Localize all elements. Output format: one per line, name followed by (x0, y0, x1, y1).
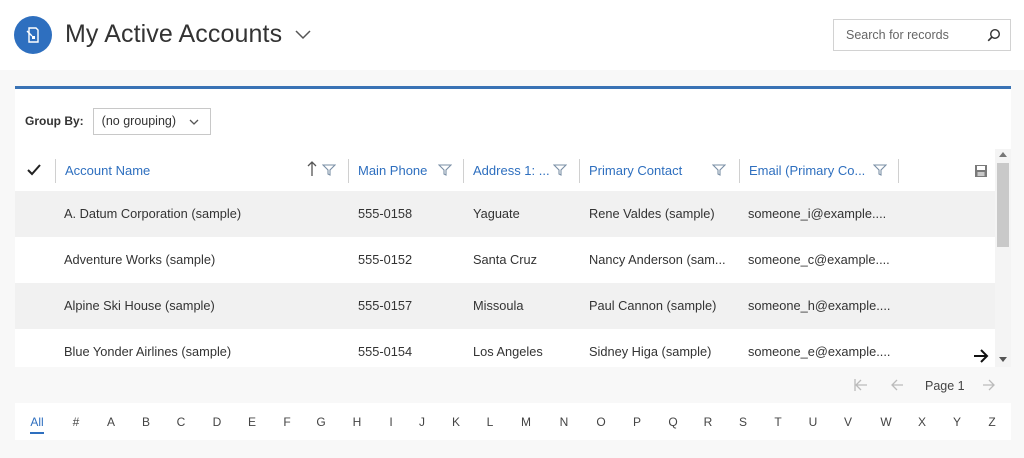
search-input[interactable] (834, 20, 984, 50)
cell-main-phone: 555-0157 (358, 298, 413, 313)
column-label: Account Name (65, 162, 151, 178)
column-header-main-phone[interactable]: Main Phone (358, 149, 427, 191)
alpha-filter-item[interactable]: U (803, 415, 823, 429)
alpha-filter-item[interactable]: M (516, 415, 536, 429)
filter-icon[interactable] (438, 163, 452, 177)
alpha-filter-item[interactable]: S (733, 415, 753, 429)
cell-primary-contact[interactable]: Nancy Anderson (sam... (589, 237, 735, 283)
alpha-filter-item[interactable]: I (381, 415, 401, 429)
column-label: Main Phone (358, 162, 428, 178)
cell-primary-contact[interactable]: Paul Cannon (sample) (589, 283, 735, 329)
column-separator (898, 159, 899, 183)
cell-account-name[interactable]: A. Datum Corporation (sample) (64, 191, 334, 237)
alpha-filter-item[interactable]: R (698, 415, 718, 429)
alpha-filter-item[interactable]: W (876, 415, 896, 429)
alpha-filter-item[interactable]: T (768, 415, 788, 429)
save-icon[interactable] (974, 164, 988, 178)
search-icon[interactable] (982, 23, 1006, 47)
column-label: Primary Contact (589, 162, 683, 178)
view-selector-chevron-icon[interactable] (292, 26, 314, 44)
alpha-filter-item[interactable]: J (412, 415, 432, 429)
alpha-filter-item[interactable]: K (446, 415, 466, 429)
chevron-down-icon (189, 119, 199, 125)
alpha-filter-item[interactable]: Y (947, 415, 967, 429)
alpha-filter-item[interactable]: F (277, 415, 297, 429)
alpha-filter-item[interactable]: X (912, 415, 932, 429)
alphabet-filter: All # A B C D E F G H I J K L M N O P Q … (15, 407, 1011, 439)
alpha-filter-item[interactable]: # (66, 415, 86, 429)
filter-icon[interactable] (873, 163, 887, 177)
scrollbar-thumb[interactable] (997, 163, 1009, 247)
alpha-filter-all[interactable]: All (27, 415, 47, 429)
grid-rows: A. Datum Corporation (sample) 555-0158 Y… (15, 191, 995, 375)
alpha-filter-item[interactable]: O (591, 415, 611, 429)
alpha-filter-item[interactable]: N (554, 415, 574, 429)
alpha-filter-item[interactable]: H (347, 415, 367, 429)
scroll-up-arrow-icon[interactable] (999, 151, 1007, 157)
scroll-down-arrow-icon[interactable] (999, 357, 1007, 363)
group-by-label: Group By: (25, 114, 84, 128)
column-header-primary-contact[interactable]: Primary Contact (589, 149, 682, 191)
column-separator (55, 159, 56, 183)
column-label: Email (Primary Co... (749, 162, 866, 178)
alpha-filter-item[interactable]: D (207, 415, 227, 429)
column-separator (463, 159, 464, 183)
alpha-filter-item[interactable]: C (171, 415, 191, 429)
table-row[interactable]: Adventure Works (sample) 555-0152 Santa … (15, 237, 995, 283)
group-by: Group By: (no grouping) (25, 107, 211, 135)
cell-primary-contact[interactable]: Rene Valdes (sample) (589, 191, 735, 237)
cell-account-name[interactable]: Alpine Ski House (sample) (64, 283, 334, 329)
cell-email[interactable]: someone_h@example.... (748, 283, 898, 329)
accounts-entity-icon (14, 16, 52, 54)
alpha-filter-item[interactable]: V (838, 415, 858, 429)
filter-icon[interactable] (553, 163, 567, 177)
group-by-dropdown[interactable]: (no grouping) (92, 107, 211, 135)
cell-account-name[interactable]: Adventure Works (sample) (64, 237, 334, 283)
grid-header: Account Name Main Phone Address 1: ... P… (15, 149, 995, 191)
pager: Page 1 (15, 367, 1011, 403)
first-page-icon[interactable] (853, 377, 869, 393)
column-separator (348, 159, 349, 183)
alpha-filter-item[interactable]: E (242, 415, 262, 429)
cell-city: Yaguate (473, 206, 520, 221)
cell-email[interactable]: someone_i@example.... (748, 191, 898, 237)
page-header: My Active Accounts (0, 0, 1024, 70)
sort-ascending-icon[interactable] (307, 160, 317, 178)
alpha-filter-item[interactable]: Q (663, 415, 683, 429)
alpha-filter-item[interactable]: B (136, 415, 156, 429)
column-separator (579, 159, 580, 183)
column-header-address[interactable]: Address 1: ... (473, 149, 550, 191)
cell-main-phone: 555-0158 (358, 206, 413, 221)
column-header-email[interactable]: Email (Primary Co... (749, 149, 865, 191)
search-box (833, 19, 1011, 51)
alpha-filter-item[interactable]: A (101, 415, 121, 429)
alpha-active-underline (30, 432, 44, 434)
group-by-value: (no grouping) (101, 114, 177, 128)
grid-panel: Group By: (no grouping) Account Name Mai… (15, 86, 1011, 440)
cell-city: Santa Cruz (473, 252, 538, 267)
alpha-filter-item[interactable]: Z (982, 415, 1002, 429)
filter-icon[interactable] (322, 163, 336, 177)
next-page-icon[interactable] (981, 377, 997, 393)
table-row[interactable]: A. Datum Corporation (sample) 555-0158 Y… (15, 191, 995, 237)
alpha-filter-item[interactable]: L (480, 415, 500, 429)
page-title: My Active Accounts (65, 20, 283, 48)
arrow-right-icon[interactable] (972, 347, 990, 365)
column-header-account-name[interactable]: Account Name (65, 149, 150, 191)
filter-icon[interactable] (712, 163, 726, 177)
cell-city: Missoula (473, 298, 524, 313)
cell-email[interactable]: someone_c@example.... (748, 237, 898, 283)
column-separator (739, 159, 740, 183)
table-row[interactable]: Alpine Ski House (sample) 555-0157 Misso… (15, 283, 995, 329)
cell-main-phone: 555-0152 (358, 252, 413, 267)
page-label: Page 1 (925, 379, 965, 393)
alpha-filter-item[interactable]: P (627, 415, 647, 429)
alpha-filter-item[interactable]: G (311, 415, 331, 429)
select-all-check-icon[interactable] (26, 162, 42, 178)
previous-page-icon[interactable] (889, 377, 905, 393)
vertical-scrollbar[interactable] (995, 149, 1011, 371)
column-label: Address 1: ... (473, 162, 550, 178)
